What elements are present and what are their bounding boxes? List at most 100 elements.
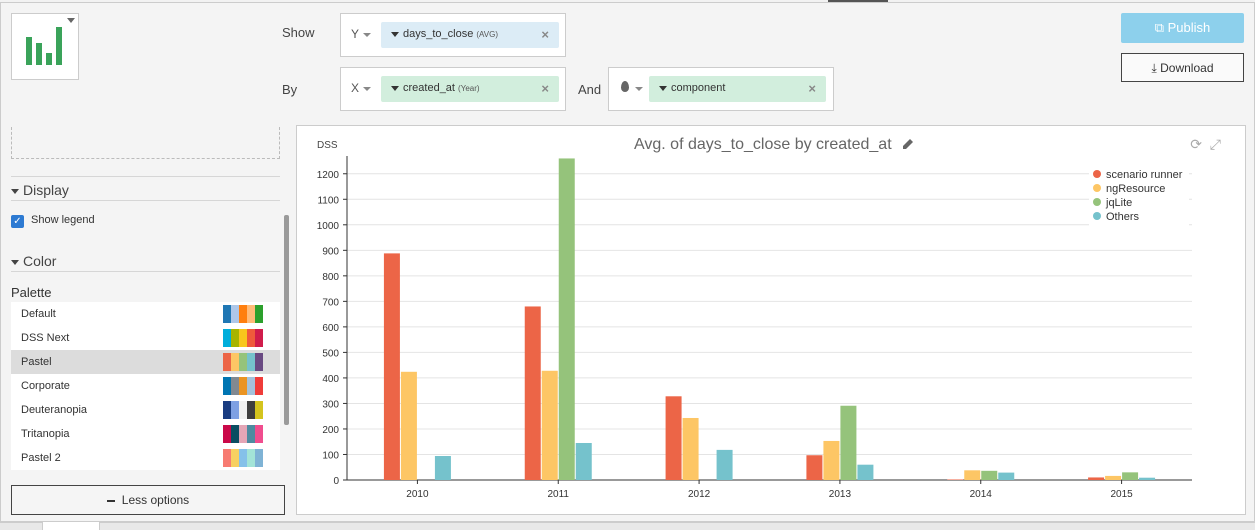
legend-label: scenario runner bbox=[1106, 169, 1183, 181]
show-legend-checkbox[interactable]: ✓ bbox=[11, 215, 24, 228]
swatch-color bbox=[239, 425, 247, 443]
swatch-color bbox=[255, 353, 263, 371]
palette-title: Palette bbox=[11, 285, 52, 300]
swatch-color bbox=[231, 425, 239, 443]
chevron-down-icon bbox=[635, 87, 643, 91]
divider bbox=[11, 200, 280, 201]
bar bbox=[558, 158, 575, 480]
swatch-color bbox=[247, 329, 255, 347]
palette-option[interactable]: Deuteranopia bbox=[11, 398, 280, 422]
bar bbox=[1105, 475, 1122, 480]
by-label: By bbox=[282, 82, 298, 97]
color-shelf: component × bbox=[608, 67, 834, 111]
palette-option[interactable]: Corporate bbox=[11, 374, 280, 398]
swatch-color bbox=[239, 377, 247, 395]
x-tick-label: 2012 bbox=[688, 489, 711, 500]
y-axis-shelf: Y days_to_close (AVG) × bbox=[340, 13, 566, 57]
bar bbox=[840, 405, 857, 480]
swatch-color bbox=[247, 305, 255, 323]
swatch-color bbox=[223, 329, 231, 347]
close-icon[interactable]: × bbox=[541, 81, 549, 96]
x-axis-shelf: X created_at (Year) × bbox=[340, 67, 566, 111]
caret-down-icon bbox=[11, 188, 19, 194]
color-section-toggle[interactable]: Color bbox=[11, 253, 56, 269]
chevron-down-icon bbox=[67, 18, 75, 23]
palette-swatch bbox=[223, 449, 263, 467]
bar bbox=[682, 417, 699, 480]
swatch-color bbox=[247, 401, 255, 419]
palette-option[interactable]: DSS Next bbox=[11, 326, 280, 350]
less-options-button[interactable]: Less options bbox=[11, 485, 285, 515]
bottom-tab[interactable] bbox=[42, 522, 100, 530]
y-tick-label: 300 bbox=[322, 399, 339, 410]
bar bbox=[964, 470, 981, 480]
drop-zone[interactable] bbox=[11, 127, 280, 159]
swatch-color bbox=[239, 353, 247, 371]
download-button[interactable]: ⤓ Download bbox=[1121, 53, 1244, 82]
swatch-color bbox=[255, 401, 263, 419]
palette-option[interactable]: Default bbox=[11, 302, 280, 326]
x-dimension-agg: (Year) bbox=[458, 84, 480, 93]
palette-swatch bbox=[223, 329, 263, 347]
swatch-color bbox=[255, 305, 263, 323]
legend-marker bbox=[1093, 198, 1101, 206]
bar bbox=[1122, 472, 1139, 480]
swatch-color bbox=[223, 305, 231, 323]
swatch-color bbox=[247, 449, 255, 467]
chevron-down-icon bbox=[659, 85, 667, 91]
color-dimension-pill[interactable]: component × bbox=[649, 76, 826, 102]
chart-panel: DSS Avg. of days_to_close by created_at … bbox=[296, 125, 1246, 515]
y-tick-label: 1200 bbox=[317, 170, 340, 181]
y-tick-label: 0 bbox=[333, 476, 339, 487]
swatch-color bbox=[255, 329, 263, 347]
y-tick-label: 100 bbox=[322, 450, 339, 461]
swatch-color bbox=[247, 425, 255, 443]
palette-swatch bbox=[223, 353, 263, 371]
palette-option-label: Deuteranopia bbox=[21, 404, 88, 416]
y-measure-agg: (AVG) bbox=[476, 30, 499, 39]
close-icon[interactable]: × bbox=[541, 27, 549, 42]
legend-label: Others bbox=[1106, 211, 1140, 223]
publish-button[interactable]: ⧉ Publish bbox=[1121, 13, 1244, 43]
caret-down-icon bbox=[11, 259, 19, 265]
swatch-color bbox=[223, 353, 231, 371]
x-tick-label: 2013 bbox=[829, 489, 852, 500]
bar bbox=[823, 440, 840, 480]
palette-option[interactable]: Pastel 2 bbox=[11, 446, 280, 470]
swatch-color bbox=[247, 377, 255, 395]
palette-option[interactable]: Pastel bbox=[11, 350, 280, 374]
show-legend-label: Show legend bbox=[31, 214, 95, 226]
display-section-toggle[interactable]: Display bbox=[11, 182, 69, 198]
palette-option-label: Pastel 2 bbox=[21, 452, 61, 464]
palette-swatch bbox=[223, 401, 263, 419]
chevron-down-icon bbox=[391, 31, 399, 37]
bar bbox=[434, 456, 451, 480]
x-tick-label: 2010 bbox=[406, 489, 429, 500]
chevron-down-icon bbox=[363, 32, 372, 37]
x-axis-selector[interactable]: X bbox=[351, 81, 372, 95]
swatch-color bbox=[231, 401, 239, 419]
swatch-color bbox=[223, 401, 231, 419]
y-measure-name: days_to_close bbox=[403, 28, 474, 40]
palette-option-label: Corporate bbox=[21, 380, 70, 392]
close-icon[interactable]: × bbox=[808, 81, 816, 96]
y-axis-selector[interactable]: Y bbox=[351, 27, 372, 41]
bar-chart-icon-bar bbox=[46, 53, 52, 65]
palette-option-label: Tritanopia bbox=[21, 428, 70, 440]
y-measure-pill[interactable]: days_to_close (AVG) × bbox=[381, 22, 559, 48]
scrollbar[interactable] bbox=[284, 215, 289, 425]
swatch-color bbox=[223, 425, 231, 443]
bar bbox=[1139, 477, 1156, 480]
palette-swatch bbox=[223, 377, 263, 395]
chart-type-selector[interactable] bbox=[11, 13, 79, 80]
bottom-bar bbox=[0, 522, 1255, 530]
bar-chart-icon-bar bbox=[36, 43, 42, 65]
x-dimension-pill[interactable]: created_at (Year) × bbox=[381, 76, 559, 102]
y-tick-label: 500 bbox=[322, 348, 339, 359]
bar bbox=[665, 396, 682, 480]
swatch-color bbox=[231, 377, 239, 395]
legend-marker bbox=[1093, 170, 1101, 178]
bar bbox=[806, 455, 823, 480]
swatch-color bbox=[231, 449, 239, 467]
palette-option[interactable]: Tritanopia bbox=[11, 422, 280, 446]
